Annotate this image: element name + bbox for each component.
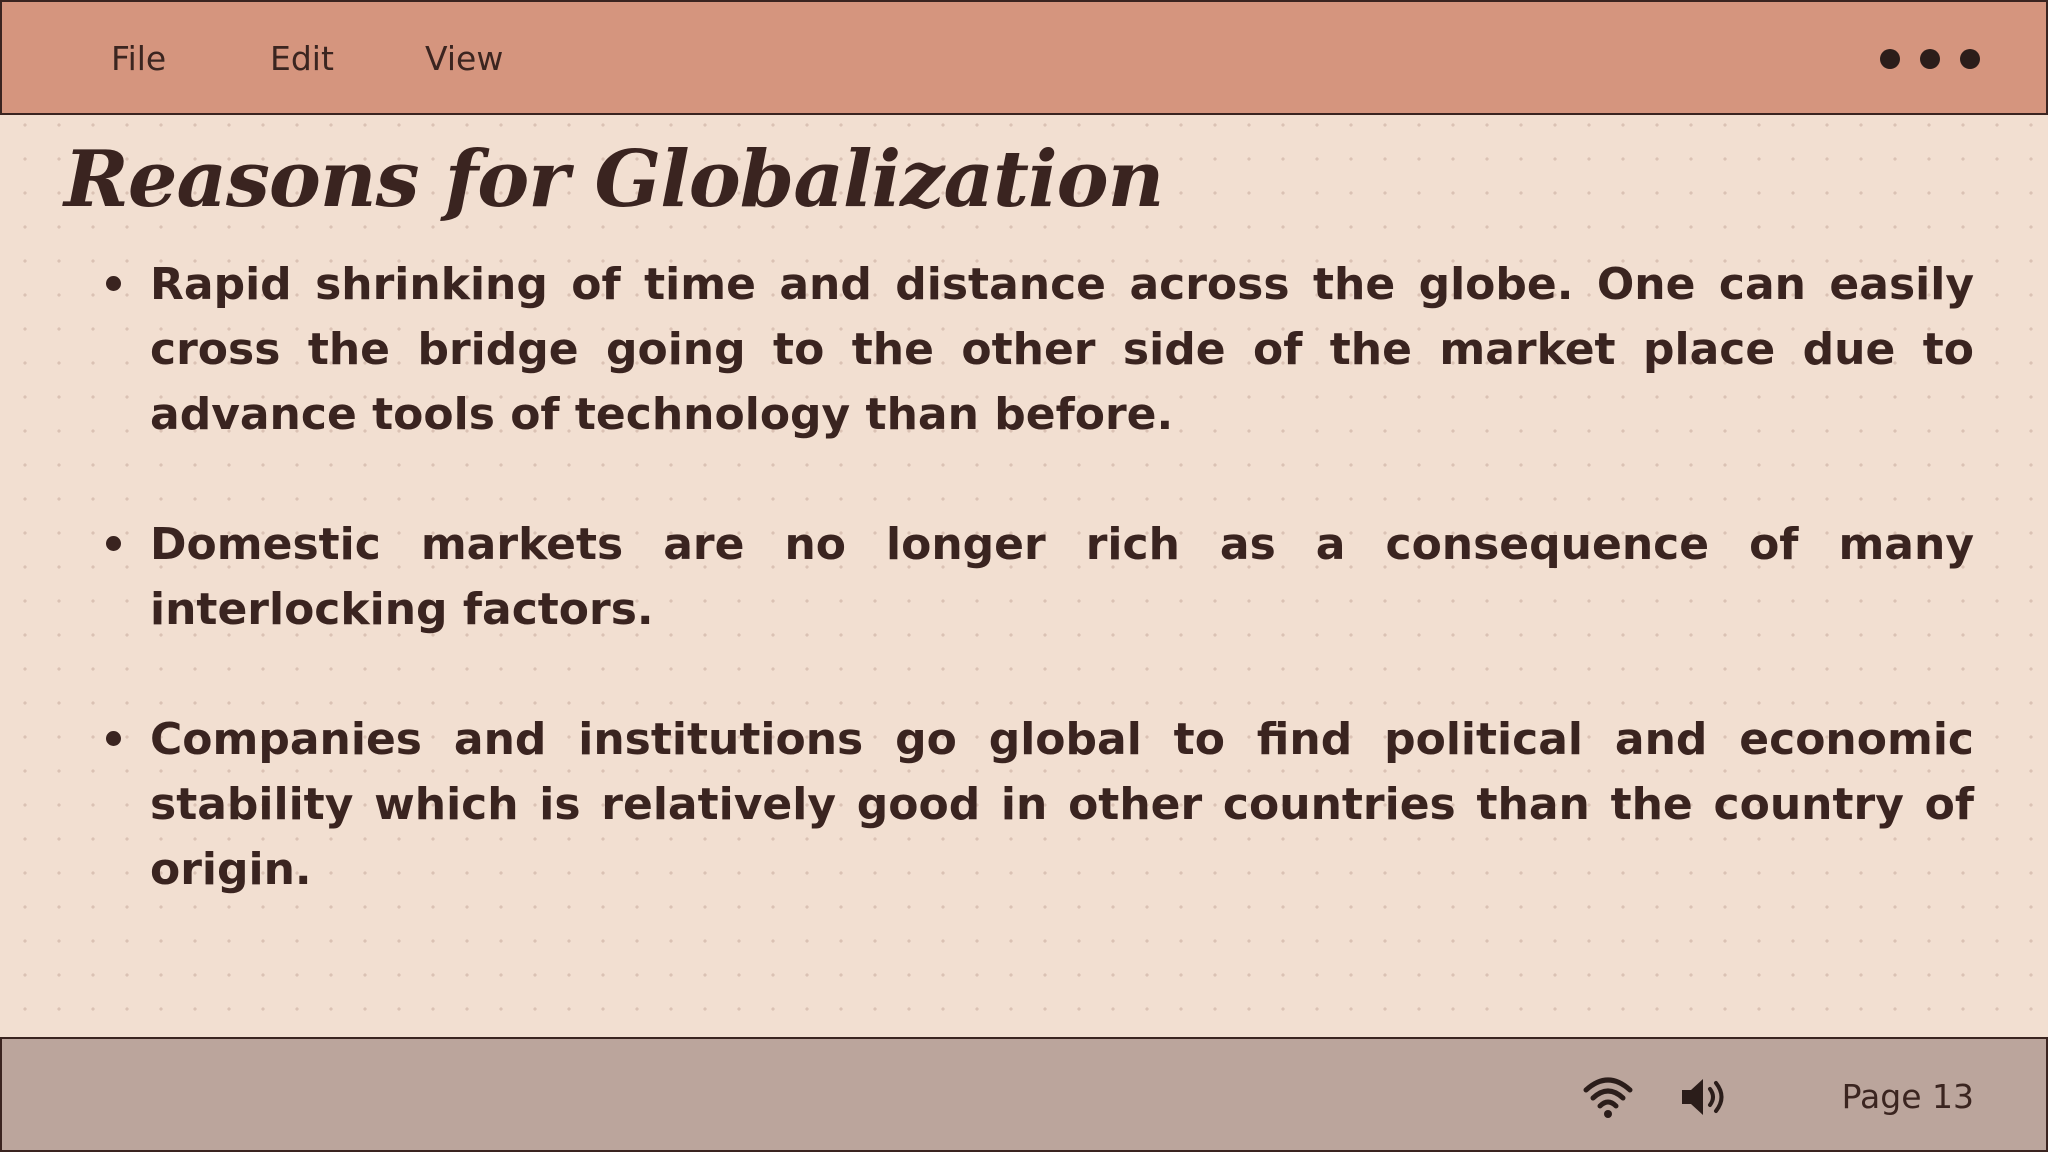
- dot: [1960, 49, 1980, 69]
- volume-icon[interactable]: [1679, 1074, 1731, 1120]
- bullet-text: Rapid shrinking of time and distance acr…: [150, 259, 1974, 440]
- wifi-icon[interactable]: [1582, 1074, 1634, 1120]
- menu-view[interactable]: View: [425, 36, 503, 82]
- bullet-text: Domestic markets are no longer rich as a…: [150, 519, 1974, 635]
- bullet-list: Rapid shrinking of time and distance acr…: [100, 252, 1974, 967]
- bullet-item: Domestic markets are no longer rich as a…: [100, 512, 1974, 642]
- page-number: Page 13: [1841, 1077, 1974, 1116]
- menu-bar: File Edit View: [0, 0, 2048, 115]
- slide-title: Reasons for Globalization: [64, 134, 1164, 225]
- menu-file[interactable]: File: [111, 36, 166, 82]
- menu-edit[interactable]: Edit: [270, 36, 334, 82]
- dot: [1880, 49, 1900, 69]
- dot: [1920, 49, 1940, 69]
- bullet-dot-icon: [106, 536, 121, 551]
- bullet-item: Companies and institutions go global to …: [100, 707, 1974, 902]
- more-dots-icon[interactable]: [1880, 49, 1980, 69]
- status-bar: Page 13: [0, 1037, 2048, 1152]
- bullet-text: Companies and institutions go global to …: [150, 714, 1974, 895]
- bullet-dot-icon: [106, 276, 121, 291]
- bullet-dot-icon: [106, 731, 121, 746]
- slide-window: File Edit View Reasons for Globalization…: [0, 0, 2048, 1152]
- bullet-item: Rapid shrinking of time and distance acr…: [100, 252, 1974, 447]
